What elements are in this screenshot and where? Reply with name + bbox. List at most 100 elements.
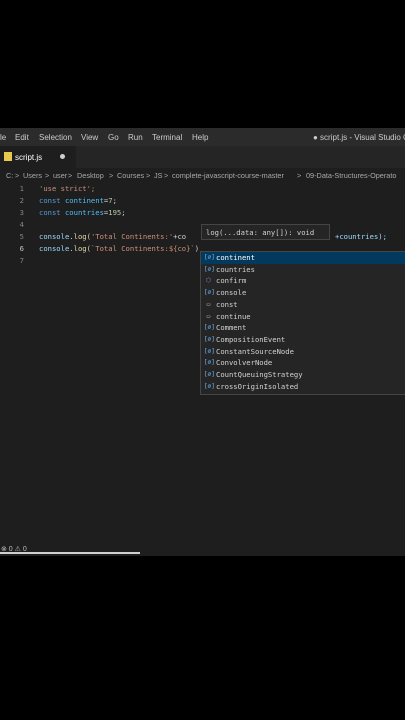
suggestion-item[interactable]: [∅] console <box>201 287 405 299</box>
semicolon: ; <box>112 196 117 205</box>
suggestion-label: continent <box>216 253 255 262</box>
signature-text: log(...data: any[]): void <box>206 228 315 237</box>
suggestion-label: countries <box>216 264 255 274</box>
breadcrumb-separator: > <box>68 171 73 180</box>
method-call: .log( <box>69 232 91 241</box>
breadcrumb-users[interactable]: Users <box>23 171 42 180</box>
unsaved-dot-icon[interactable] <box>60 154 65 159</box>
code-line-5: console.log('Total Continents:'+co <box>39 232 186 241</box>
breadcrumb-course-master[interactable]: complete-javascript-course-master <box>172 171 284 180</box>
window-title: ● script.js - Visual Studio Co <box>313 133 405 142</box>
tab-label: script.js <box>15 153 43 162</box>
identifier: console <box>39 244 70 253</box>
menu-edit[interactable]: Edit <box>15 133 29 142</box>
variable-icon: [∅] <box>204 335 215 343</box>
line-number-active: 6 <box>19 244 24 253</box>
line-number: 4 <box>19 220 24 229</box>
suggestion-label: Comment <box>216 323 247 333</box>
suggestion-label: console <box>216 288 247 298</box>
keyword-icon: ▭ <box>206 300 211 308</box>
suggestion-label: const <box>216 299 238 309</box>
breadcrumb-separator: > <box>164 171 169 180</box>
semicolon: ; <box>121 208 126 217</box>
line-number: 1 <box>19 184 24 193</box>
suggestion-item[interactable]: [∅] ConstantSourceNode <box>201 346 405 358</box>
variable-icon: [∅] <box>204 265 215 273</box>
suggestion-item[interactable]: ▭ continue <box>201 311 405 323</box>
menu-view[interactable]: View <box>81 133 98 142</box>
template-literal: `Total Continents:${co}` <box>90 244 195 253</box>
keyword: const <box>39 196 61 205</box>
breadcrumb-separator: > <box>45 171 50 180</box>
variable-icon: [∅] <box>204 289 215 297</box>
parameter-hint: log(...data: any[]): void <box>201 224 330 240</box>
suggestion-label: confirm <box>216 276 247 286</box>
suggestion-item[interactable]: [∅] CompositionEvent <box>201 334 405 346</box>
suggestion-label: ConvolverNode <box>216 358 273 368</box>
string-literal: 'use strict'; <box>39 184 96 193</box>
code-line-1: 'use strict'; <box>39 184 95 193</box>
video-progress-bar[interactable] <box>0 552 140 554</box>
code-fragment: +co <box>173 232 187 241</box>
line-number: 7 <box>19 256 24 265</box>
suggestion-item[interactable]: [∅] countries <box>201 264 405 276</box>
menu-help[interactable]: Help <box>192 133 208 142</box>
tab-script-js[interactable]: script.js <box>0 146 76 168</box>
suggestion-item[interactable]: [∅] Comment <box>201 322 405 334</box>
suggestion-label: continue <box>216 311 251 321</box>
suggestion-item-selected[interactable]: [∅] continent <box>201 252 405 264</box>
breadcrumb-folder[interactable]: 09-Data-Structures-Operato <box>306 171 396 180</box>
suggestion-label: crossOriginIsolated <box>216 381 299 391</box>
vscode-window: le Edit Selection View Go Run Terminal H… <box>0 128 405 556</box>
menu-run[interactable]: Run <box>128 133 143 142</box>
code-fragment: +countries); <box>335 232 387 241</box>
menu-file[interactable]: le <box>0 133 6 142</box>
variable-icon: [∅] <box>204 359 215 367</box>
identifier: countries <box>64 208 104 217</box>
identifier: continent <box>64 196 104 205</box>
code-line-3: const countries=195; <box>39 208 126 217</box>
menu-terminal[interactable]: Terminal <box>152 133 182 142</box>
javascript-file-icon <box>4 152 12 161</box>
menu-bar: le Edit Selection View Go Run Terminal H… <box>0 128 405 146</box>
breadcrumb-js[interactable]: JS <box>154 171 163 180</box>
suggestion-label: CountQueuingStrategy <box>216 370 303 379</box>
breadcrumb-desktop[interactable]: Desktop <box>77 171 104 180</box>
tab-bar: script.js <box>0 146 405 168</box>
suggestion-label: ConstantSourceNode <box>216 346 294 356</box>
line-number: 2 <box>19 196 24 205</box>
breadcrumb-courses[interactable]: Courses <box>117 171 144 180</box>
function-icon: ⬡ <box>205 277 212 285</box>
keyword-icon: ▭ <box>206 312 211 320</box>
variable-icon: [∅] <box>204 347 215 355</box>
breadcrumb-drive[interactable]: C: <box>6 171 13 180</box>
breadcrumb: C: > Users > user > Desktop > Courses > … <box>0 168 405 182</box>
breadcrumb-user[interactable]: user <box>53 171 67 180</box>
keyword: const <box>39 208 61 217</box>
variable-icon: [∅] <box>204 254 215 261</box>
variable-icon: [∅] <box>204 371 215 378</box>
line-number: 5 <box>19 232 24 241</box>
menu-selection[interactable]: Selection <box>39 133 72 142</box>
code-editor[interactable]: 1 2 3 4 5 6 7 'use strict'; const contin… <box>0 182 405 542</box>
code-line-6: console.log(`Total Continents:${co}`) <box>39 244 199 253</box>
menu-go[interactable]: Go <box>108 133 119 142</box>
breadcrumb-separator: > <box>109 171 114 180</box>
suggestion-item[interactable]: [∅] crossOriginIsolated <box>201 381 405 393</box>
suggestion-item[interactable]: [∅] ConvolverNode <box>201 357 405 369</box>
suggestion-label: CompositionEvent <box>216 334 286 344</box>
breadcrumb-separator: > <box>297 171 302 180</box>
variable-icon: [∅] <box>204 382 215 390</box>
suggestion-widget[interactable]: [∅] continent [∅] countries ⬡ confirm [∅] co… <box>200 251 405 395</box>
line-number: 3 <box>19 208 24 217</box>
method-call: .log( <box>69 244 91 253</box>
code-line-5-tail: +countries); <box>335 232 387 241</box>
code-line-2: const continent=7; <box>39 196 117 205</box>
variable-icon: [∅] <box>204 324 215 332</box>
identifier: console <box>39 232 70 241</box>
string-literal: 'Total Continents:' <box>90 232 174 241</box>
number-literal: 195 <box>108 208 122 217</box>
suggestion-item[interactable]: ⬡ confirm <box>201 275 405 287</box>
suggestion-item[interactable]: [∅] CountQueuingStrategy <box>201 369 405 381</box>
suggestion-item[interactable]: ▭ const <box>201 299 405 311</box>
